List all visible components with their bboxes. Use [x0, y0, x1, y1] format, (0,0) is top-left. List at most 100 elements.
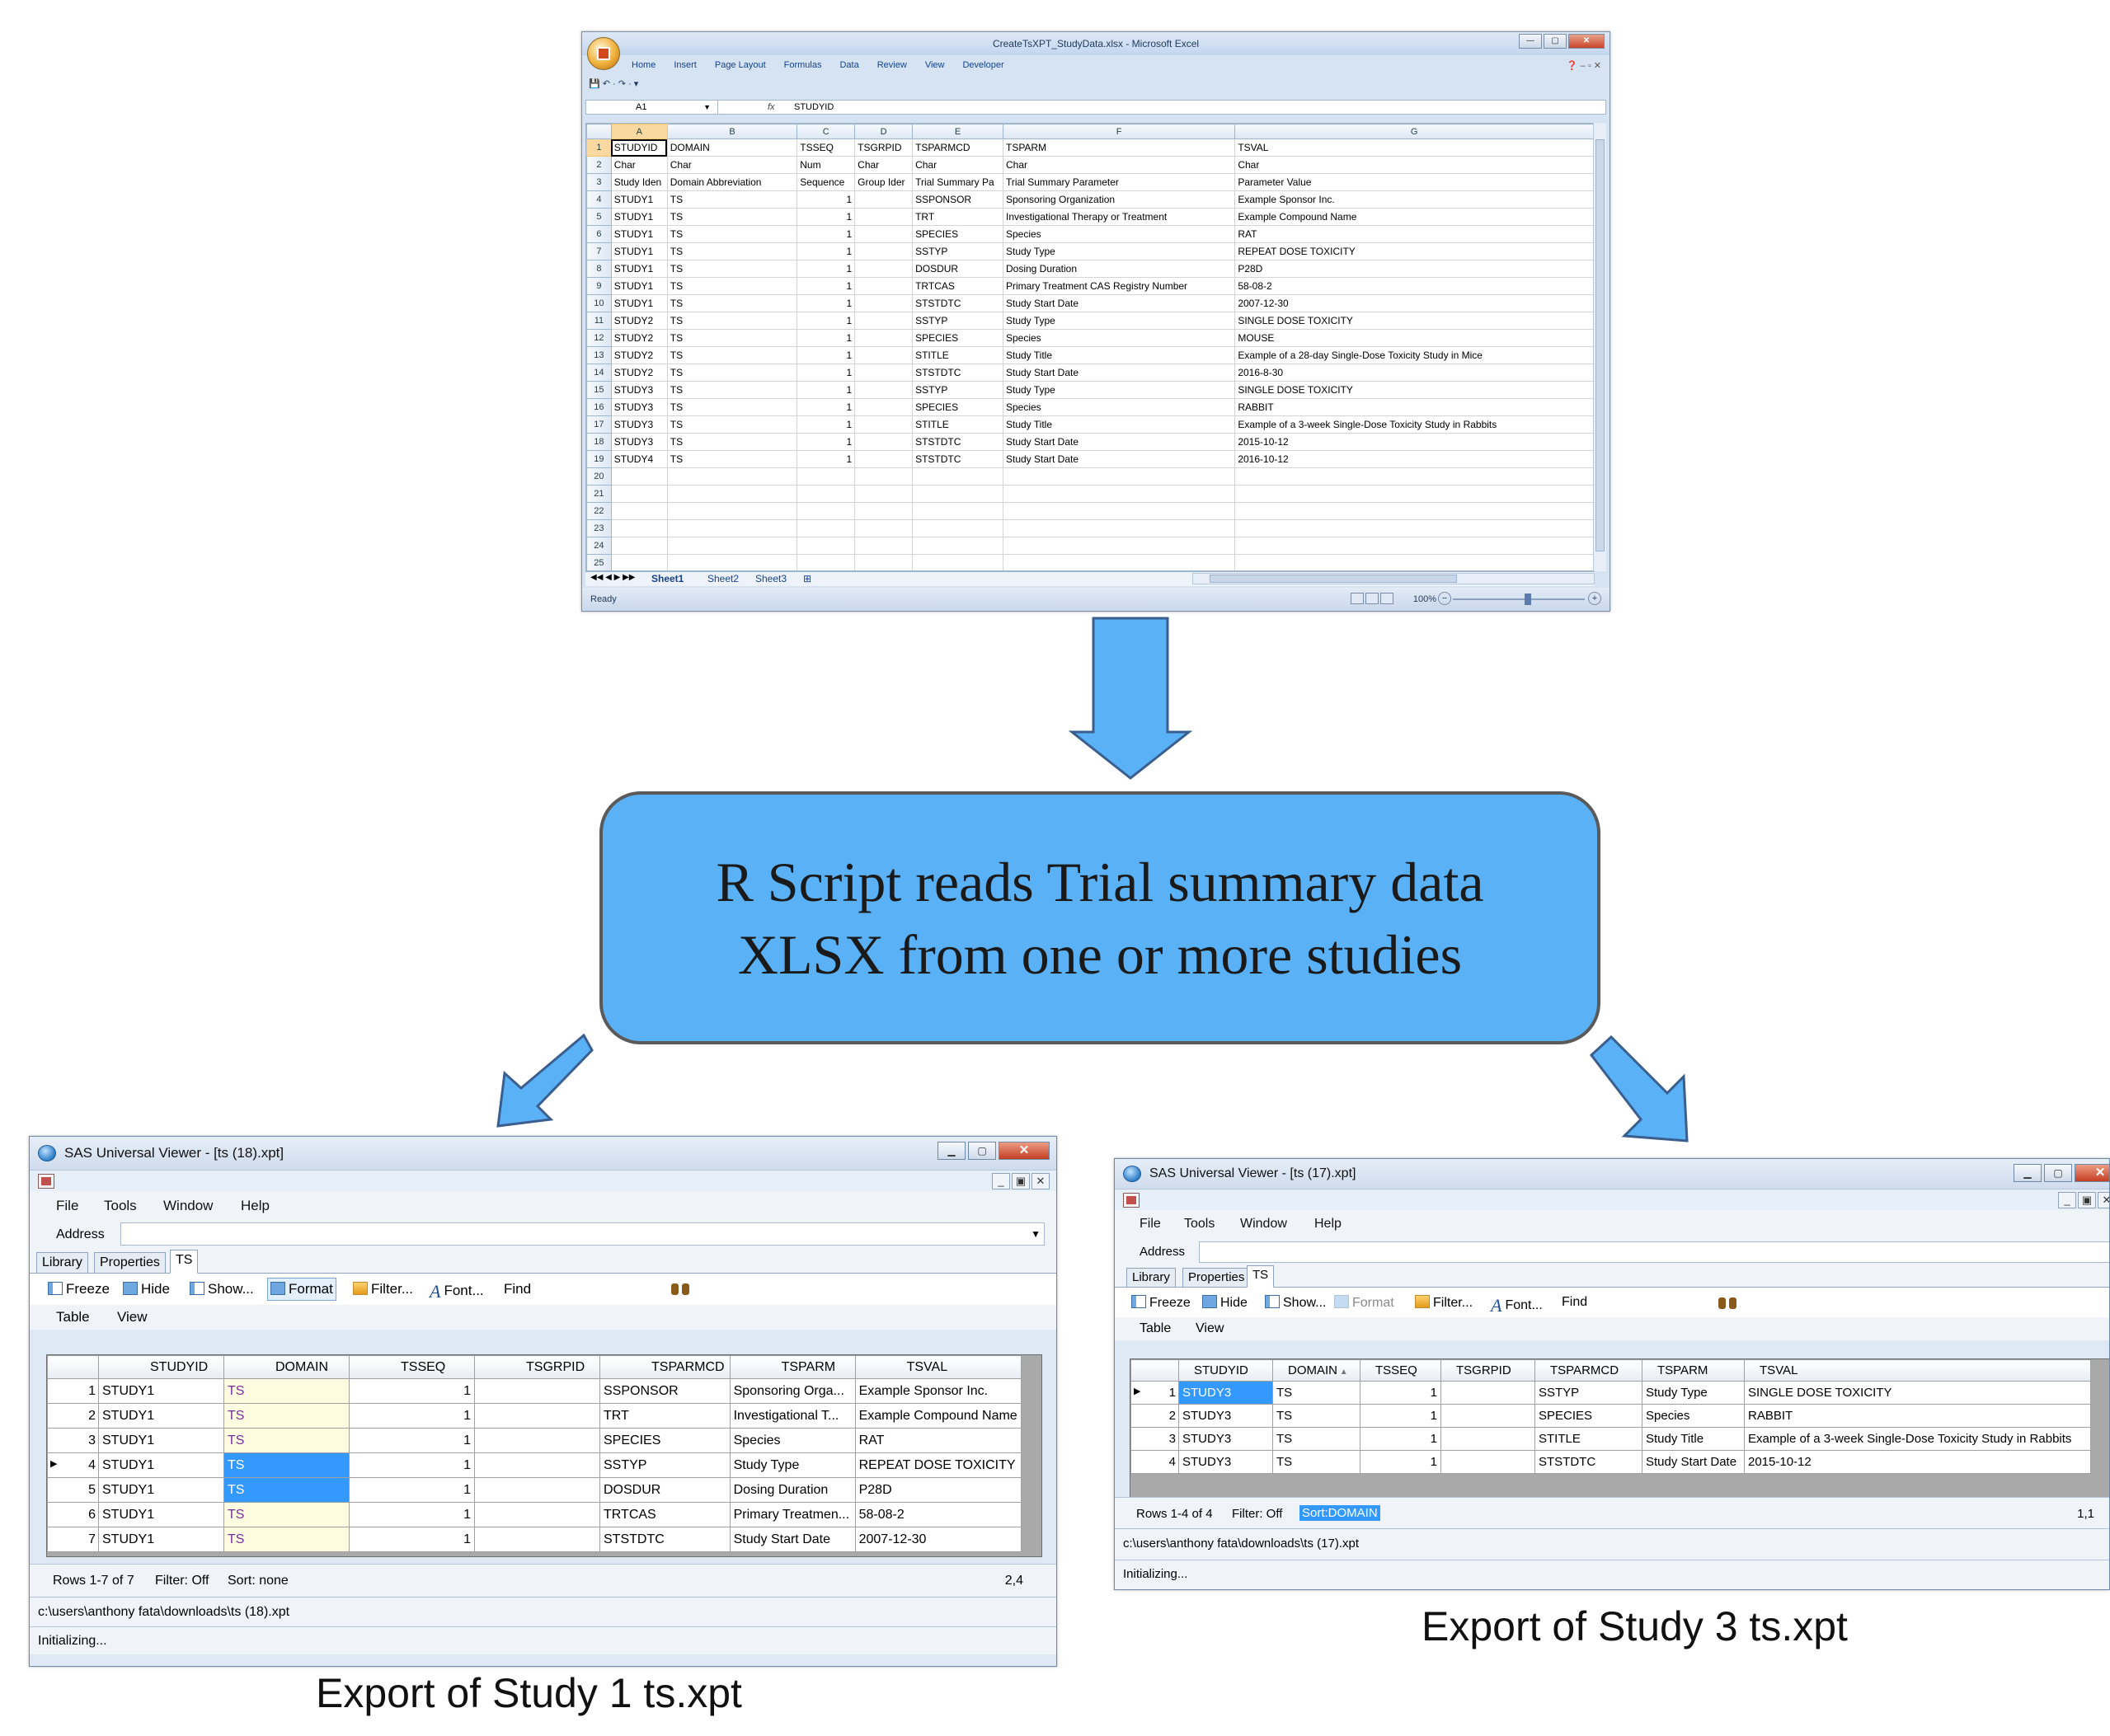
grid-cell[interactable]: Example of a 3-week Single-Dose Toxicity…	[1744, 1427, 2091, 1451]
column-header[interactable]: TSPARMCD	[599, 1355, 731, 1379]
cell[interactable]: Study Type	[1002, 381, 1236, 399]
row-header[interactable]: 13	[586, 346, 612, 364]
grid-cell[interactable]	[474, 1477, 600, 1503]
cell[interactable]	[797, 519, 856, 537]
binoculars-icon[interactable]	[671, 1280, 689, 1297]
cell[interactable]	[666, 537, 798, 555]
cell[interactable]: 1	[797, 381, 856, 399]
office-button[interactable]	[587, 37, 620, 70]
cell[interactable]	[666, 502, 798, 520]
grid-cell[interactable]: Species	[1642, 1404, 1745, 1428]
cell[interactable]	[1002, 519, 1236, 537]
row-header[interactable]: 3	[586, 173, 612, 191]
grid-cell[interactable]: TS	[223, 1428, 350, 1453]
grid-cell[interactable]	[474, 1527, 600, 1552]
cell[interactable]	[797, 554, 856, 570]
grid-cell[interactable]	[474, 1502, 600, 1527]
table-row[interactable]: 3 STUDY1 TS 1 SPECIES Species RAT	[47, 1428, 1022, 1453]
formula-input[interactable]: STUDYID	[794, 101, 834, 114]
grid-cell[interactable]: SPECIES	[1534, 1404, 1642, 1428]
maximize-button[interactable]: ▢	[2044, 1164, 2072, 1182]
menu-help[interactable]: Help	[241, 1198, 270, 1214]
cell[interactable]: MOUSE	[1234, 329, 1594, 347]
row-header[interactable]: 1	[586, 138, 612, 157]
cell[interactable]	[854, 242, 914, 260]
cell[interactable]: SSTYP	[912, 312, 1003, 330]
grid-cell[interactable]: SINGLE DOSE TOXICITY	[1744, 1381, 2091, 1405]
cell[interactable]: TS	[666, 208, 798, 226]
table-row[interactable]: 4 STUDY3 TS 1 STSTDTC Study Start Date 2015-10…	[1130, 1450, 2091, 1474]
cell[interactable]	[854, 312, 914, 330]
cell[interactable]: STUDY3	[610, 381, 668, 399]
grid-cell[interactable]	[474, 1428, 600, 1453]
cell[interactable]: STUDYID	[610, 138, 668, 157]
address-field[interactable]	[1199, 1241, 2109, 1263]
grid-cell[interactable]: STUDY1	[98, 1502, 224, 1527]
grid-cell[interactable]: TS	[1272, 1427, 1360, 1451]
cell[interactable]: TSPARM	[1002, 138, 1236, 157]
ribbon-tab-formulas[interactable]: Formulas	[784, 60, 822, 75]
cell[interactable]	[854, 554, 914, 570]
font-button[interactable]: A Font...	[1491, 1295, 1543, 1316]
ribbon-tab-data[interactable]: Data	[839, 60, 858, 75]
cell[interactable]: Char	[854, 156, 914, 174]
grid-cell[interactable]: 58-08-2	[854, 1502, 1022, 1527]
column-header[interactable]: E	[912, 124, 1003, 139]
tab-library[interactable]: Library	[1126, 1268, 1176, 1288]
cell[interactable]: Num	[797, 156, 856, 174]
table-row[interactable]: ▶ 4 STUDY1 TS 1 SSTYP Study Type REPEAT DOSE T…	[47, 1452, 1022, 1478]
grid-cell[interactable]: Study Start Date	[729, 1527, 856, 1552]
cell[interactable]: DOMAIN	[666, 138, 798, 157]
cell[interactable]	[1002, 485, 1236, 503]
freeze-button[interactable]: Freeze	[48, 1281, 110, 1297]
fx-icon[interactable]: fx	[768, 101, 775, 114]
ribbon-tab-developer[interactable]: Developer	[962, 60, 1003, 75]
chevron-down-icon[interactable]: ▼	[1031, 1228, 1041, 1240]
child-minimize-button[interactable]: _	[992, 1173, 1010, 1189]
cell[interactable]: Species	[1002, 398, 1236, 416]
cell[interactable]	[854, 450, 914, 468]
cell[interactable]: TS	[666, 225, 798, 243]
cell[interactable]: SPECIES	[912, 225, 1003, 243]
cell[interactable]: SSTYP	[912, 381, 1003, 399]
sheet-tab-2[interactable]: Sheet2	[707, 573, 739, 584]
tab-properties[interactable]: Properties	[94, 1252, 166, 1274]
sheet-tab-3[interactable]: Sheet3	[755, 573, 787, 584]
format-button[interactable]: Format	[1334, 1295, 1394, 1311]
row-header[interactable]: 7	[586, 242, 612, 260]
row-header[interactable]: 8	[586, 260, 612, 278]
table-row[interactable]: 3 STUDY3 TS 1 STITLE Study Title Example of a …	[1130, 1427, 2091, 1451]
cell[interactable]: 1	[797, 398, 856, 416]
column-header[interactable]: TSGRPID	[474, 1355, 600, 1379]
row-number[interactable]: 6	[47, 1502, 99, 1527]
minimize-button[interactable]: ▁	[2014, 1164, 2042, 1182]
grid-cell[interactable]: STUDY1	[98, 1403, 224, 1429]
table-row[interactable]: 2 STUDY1 TS 1 TRT Investigational T... Example…	[47, 1403, 1022, 1429]
row-header[interactable]: 22	[586, 502, 612, 520]
cell[interactable]	[854, 433, 914, 451]
cell[interactable]	[666, 519, 798, 537]
row-number[interactable]: ▶ 1	[1130, 1381, 1179, 1405]
cell[interactable]: TS	[666, 277, 798, 295]
grid-cell[interactable]: 2007-12-30	[854, 1527, 1022, 1552]
cell[interactable]: Study Start Date	[1002, 364, 1236, 382]
column-header[interactable]	[47, 1355, 99, 1379]
row-number[interactable]: 2	[1130, 1404, 1179, 1428]
tab-ts[interactable]: TS	[170, 1250, 199, 1274]
help-icon[interactable]: ❓ – ▫ ✕	[1567, 60, 1601, 71]
row-number[interactable]: 4	[1130, 1450, 1179, 1474]
font-button[interactable]: A Font...	[430, 1281, 484, 1302]
grid-cell[interactable]: 1	[349, 1378, 475, 1404]
cell[interactable]: Example of a 3-week Single-Dose Toxicity…	[1234, 415, 1594, 434]
row-header[interactable]: 12	[586, 329, 612, 347]
menu-file[interactable]: File	[56, 1198, 78, 1214]
cell[interactable]	[797, 467, 856, 486]
cell[interactable]: 1	[797, 329, 856, 347]
cell[interactable]: Study Title	[1002, 415, 1236, 434]
cell[interactable]: 1	[797, 294, 856, 312]
cell[interactable]: STITLE	[912, 415, 1003, 434]
vertical-scrollbar[interactable]	[1593, 123, 1606, 571]
cell[interactable]: Char	[912, 156, 1003, 174]
name-box[interactable]: A1 ▼	[586, 101, 718, 114]
grid-cell[interactable]: Dosing Duration	[729, 1477, 856, 1503]
